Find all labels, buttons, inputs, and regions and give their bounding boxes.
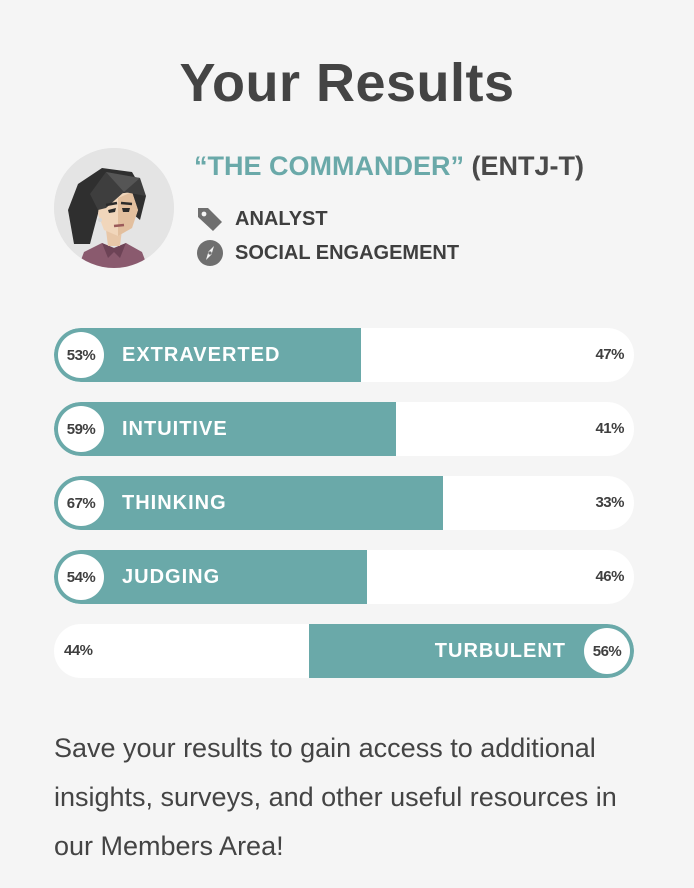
trait-bar-judging: 54% JUDGING 46% <box>54 550 634 604</box>
trait-bar-thinking: 67% THINKING 33% <box>54 476 634 530</box>
compass-icon <box>197 240 223 266</box>
type-name: “THE COMMANDER” <box>194 151 464 181</box>
trait-percent-badge: 67% <box>58 480 104 526</box>
trait-bar-intuitive: 59% INTUITIVE 41% <box>54 402 634 456</box>
save-results-message: Save your results to gain access to addi… <box>54 733 617 861</box>
trait-percent-badge: 53% <box>58 332 104 378</box>
opposite-percent: 44% <box>64 642 93 659</box>
trait-label: THINKING <box>122 492 227 514</box>
personality-type: “THE COMMANDER” (ENTJ-T) <box>194 148 584 184</box>
opposite-percent: 33% <box>595 494 624 511</box>
strategy-row: SOCIAL ENGAGEMENT <box>196 238 459 268</box>
role-row: ANALYST <box>196 204 328 234</box>
trait-percent-badge: 59% <box>58 406 104 452</box>
trait-label: JUDGING <box>122 566 221 588</box>
opposite-percent: 46% <box>595 568 624 585</box>
type-code: (ENTJ-T) <box>471 151 584 181</box>
trait-label: TURBULENT <box>434 640 566 662</box>
strategy-label: SOCIAL ENGAGEMENT <box>235 241 460 264</box>
trait-label: EXTRAVERTED <box>122 344 281 366</box>
opposite-percent: 41% <box>595 420 624 437</box>
trait-bar-turbulent: 56% TURBULENT 44% <box>54 624 634 678</box>
commander-avatar <box>54 148 174 268</box>
trait-percent-badge: 54% <box>58 554 104 600</box>
trait-bar-fill <box>54 476 443 530</box>
trait-bar-extraverted: 53% EXTRAVERTED 47% <box>54 328 634 382</box>
role-label: ANALYST <box>235 207 328 230</box>
trait-label: INTUITIVE <box>122 418 228 440</box>
opposite-percent: 47% <box>595 346 624 363</box>
tag-icon <box>198 208 222 231</box>
page-title: Your Results <box>179 53 515 113</box>
trait-percent-badge: 56% <box>584 628 630 674</box>
